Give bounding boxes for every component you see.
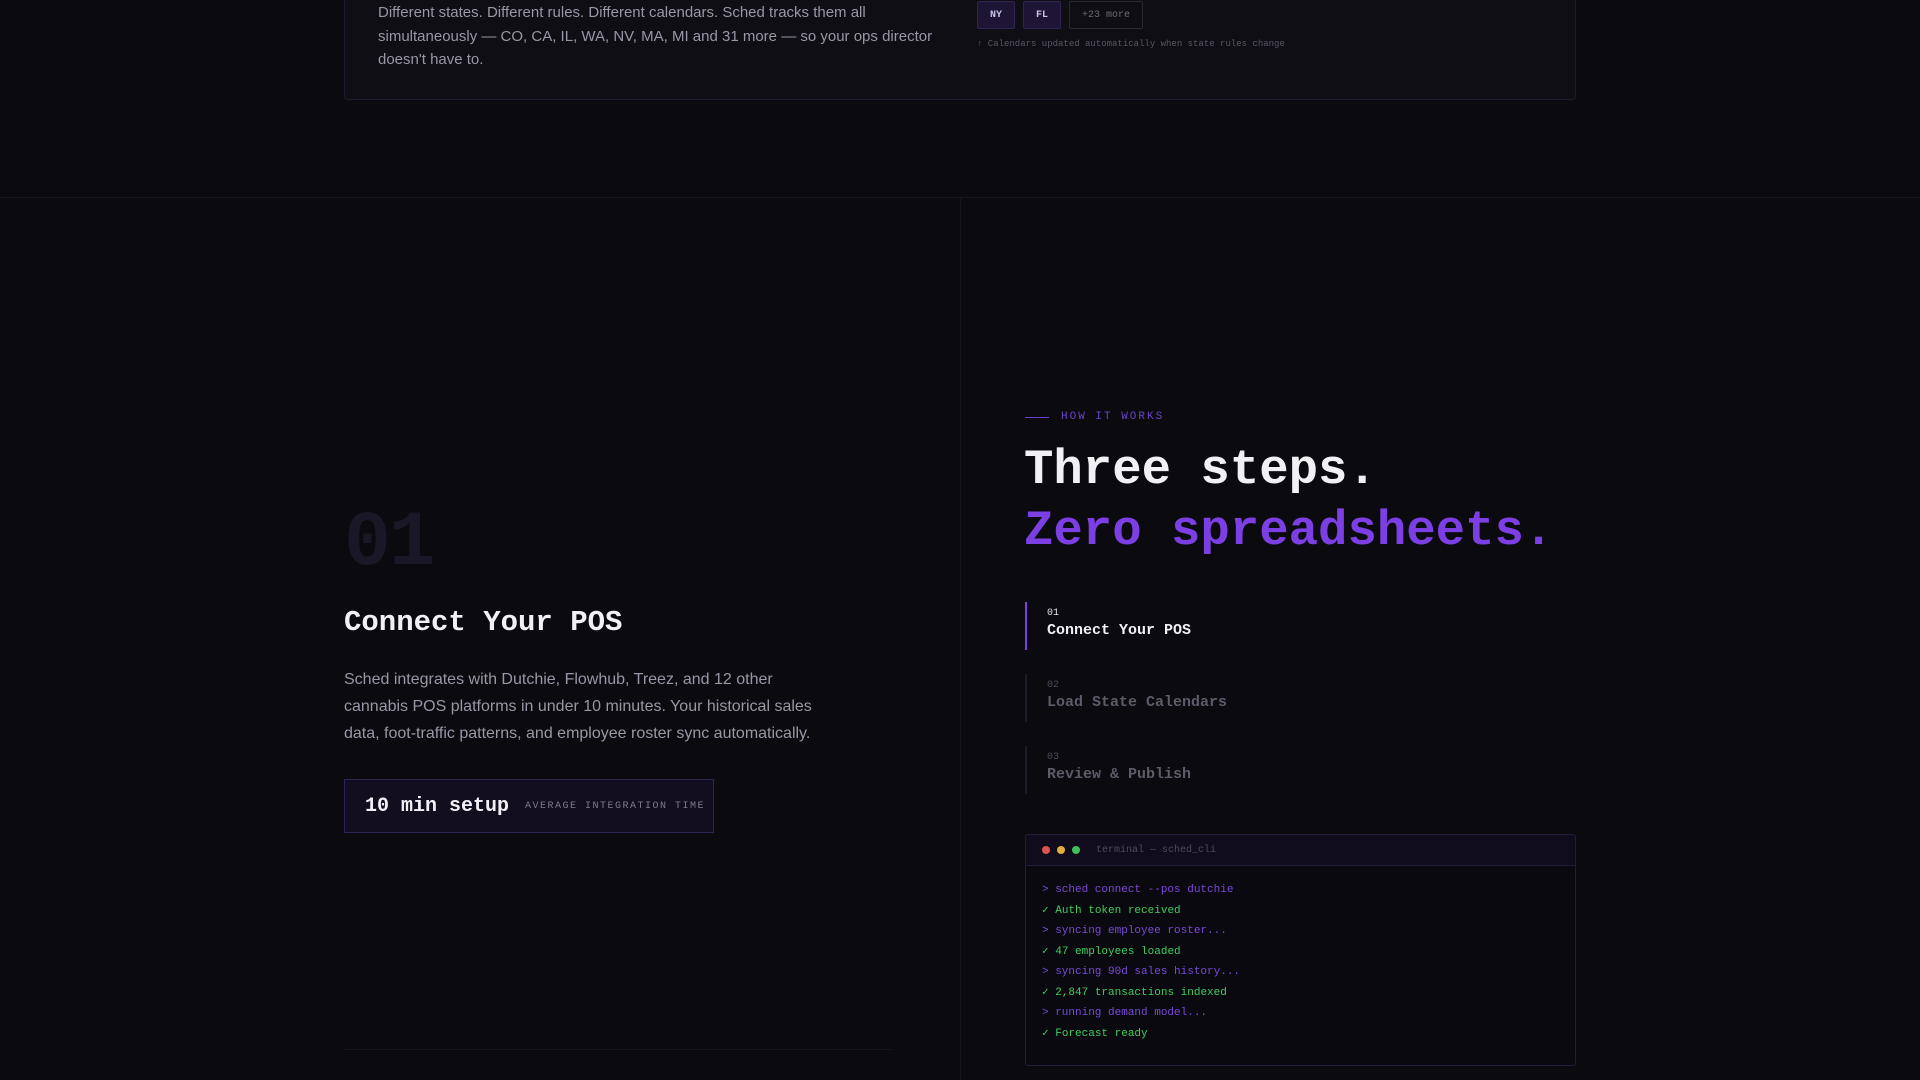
state-chips: NY FL +23 more xyxy=(977,1,1144,29)
terminal-line: > running demand model... xyxy=(1042,1007,1208,1019)
setup-stat-label: AVERAGE INTEGRATION TIME xyxy=(525,800,706,812)
step-title: Review & Publish xyxy=(1047,766,1192,783)
maximize-dot-icon xyxy=(1072,846,1080,854)
column-divider xyxy=(960,197,961,1080)
step-item-load-calendars[interactable]: 02 Load State Calendars xyxy=(1025,674,1425,722)
step-title: Connect Your POS xyxy=(1047,622,1192,639)
close-dot-icon xyxy=(1042,846,1050,854)
terminal-line: ✓ Forecast ready xyxy=(1042,1027,1148,1040)
more-states-chip[interactable]: +23 more xyxy=(1069,1,1144,29)
state-chip-ny[interactable]: NY xyxy=(977,1,1016,29)
terminal-titlebar: terminal — sched_cli xyxy=(1026,835,1575,866)
section-headline: Three steps. Zero spreadsheets. xyxy=(1024,440,1553,562)
terminal-line: ✓ 2,847 transactions indexed xyxy=(1042,986,1227,999)
states-description: Different states. Different rules. Diffe… xyxy=(378,4,933,68)
minimize-dot-icon xyxy=(1057,846,1065,854)
step-number: 02 xyxy=(1047,680,1060,691)
step-detail-description: Sched integrates with Dutchie, Flowhub, … xyxy=(344,671,812,742)
left-bottom-divider xyxy=(344,1049,892,1050)
setup-stat-value: 10 min setup xyxy=(365,794,510,818)
step-item-connect-pos[interactable]: 01 Connect Your POS xyxy=(1025,602,1425,650)
steps-list: 01 Connect Your POS 02 Load State Calend… xyxy=(1025,602,1425,818)
terminal-window: terminal — sched_cli > sched connect --p… xyxy=(1025,834,1576,1066)
step-item-review-publish[interactable]: 03 Review & Publish xyxy=(1025,746,1425,794)
terminal-line: ✓ Auth token received xyxy=(1042,904,1181,917)
step-title: Load State Calendars xyxy=(1047,694,1228,711)
how-it-works-eyebrow: HOW IT WORKS xyxy=(1025,411,1164,423)
step-detail-title: Connect Your POS xyxy=(344,606,623,639)
state-chip-fl[interactable]: FL xyxy=(1023,1,1062,29)
eyebrow-label: HOW IT WORKS xyxy=(1061,411,1165,423)
terminal-line: > syncing 90d sales history... xyxy=(1042,966,1241,978)
step-big-number: 01 xyxy=(344,500,436,588)
terminal-body: > sched connect --pos dutchie ✓ Auth tok… xyxy=(1026,866,1575,1058)
setup-stat-badge: 10 min setup AVERAGE INTEGRATION TIME xyxy=(344,779,714,833)
eyebrow-dash xyxy=(1025,416,1049,418)
step-number: 03 xyxy=(1047,752,1060,763)
headline-line-2: Zero spreadsheets. xyxy=(1024,503,1554,559)
calendars-note: ↑ Calendars updated automatically when s… xyxy=(977,39,1285,49)
terminal-line: > syncing employee roster... xyxy=(1042,925,1227,937)
headline-line-1: Three steps. xyxy=(1024,442,1377,498)
terminal-line: ✓ 47 employees loaded xyxy=(1042,945,1181,958)
terminal-line: > sched connect --pos dutchie xyxy=(1042,884,1234,896)
terminal-title: terminal — sched_cli xyxy=(1096,844,1217,856)
step-number: 01 xyxy=(1047,608,1060,619)
states-card: Different states. Different rules. Diffe… xyxy=(344,0,1576,100)
